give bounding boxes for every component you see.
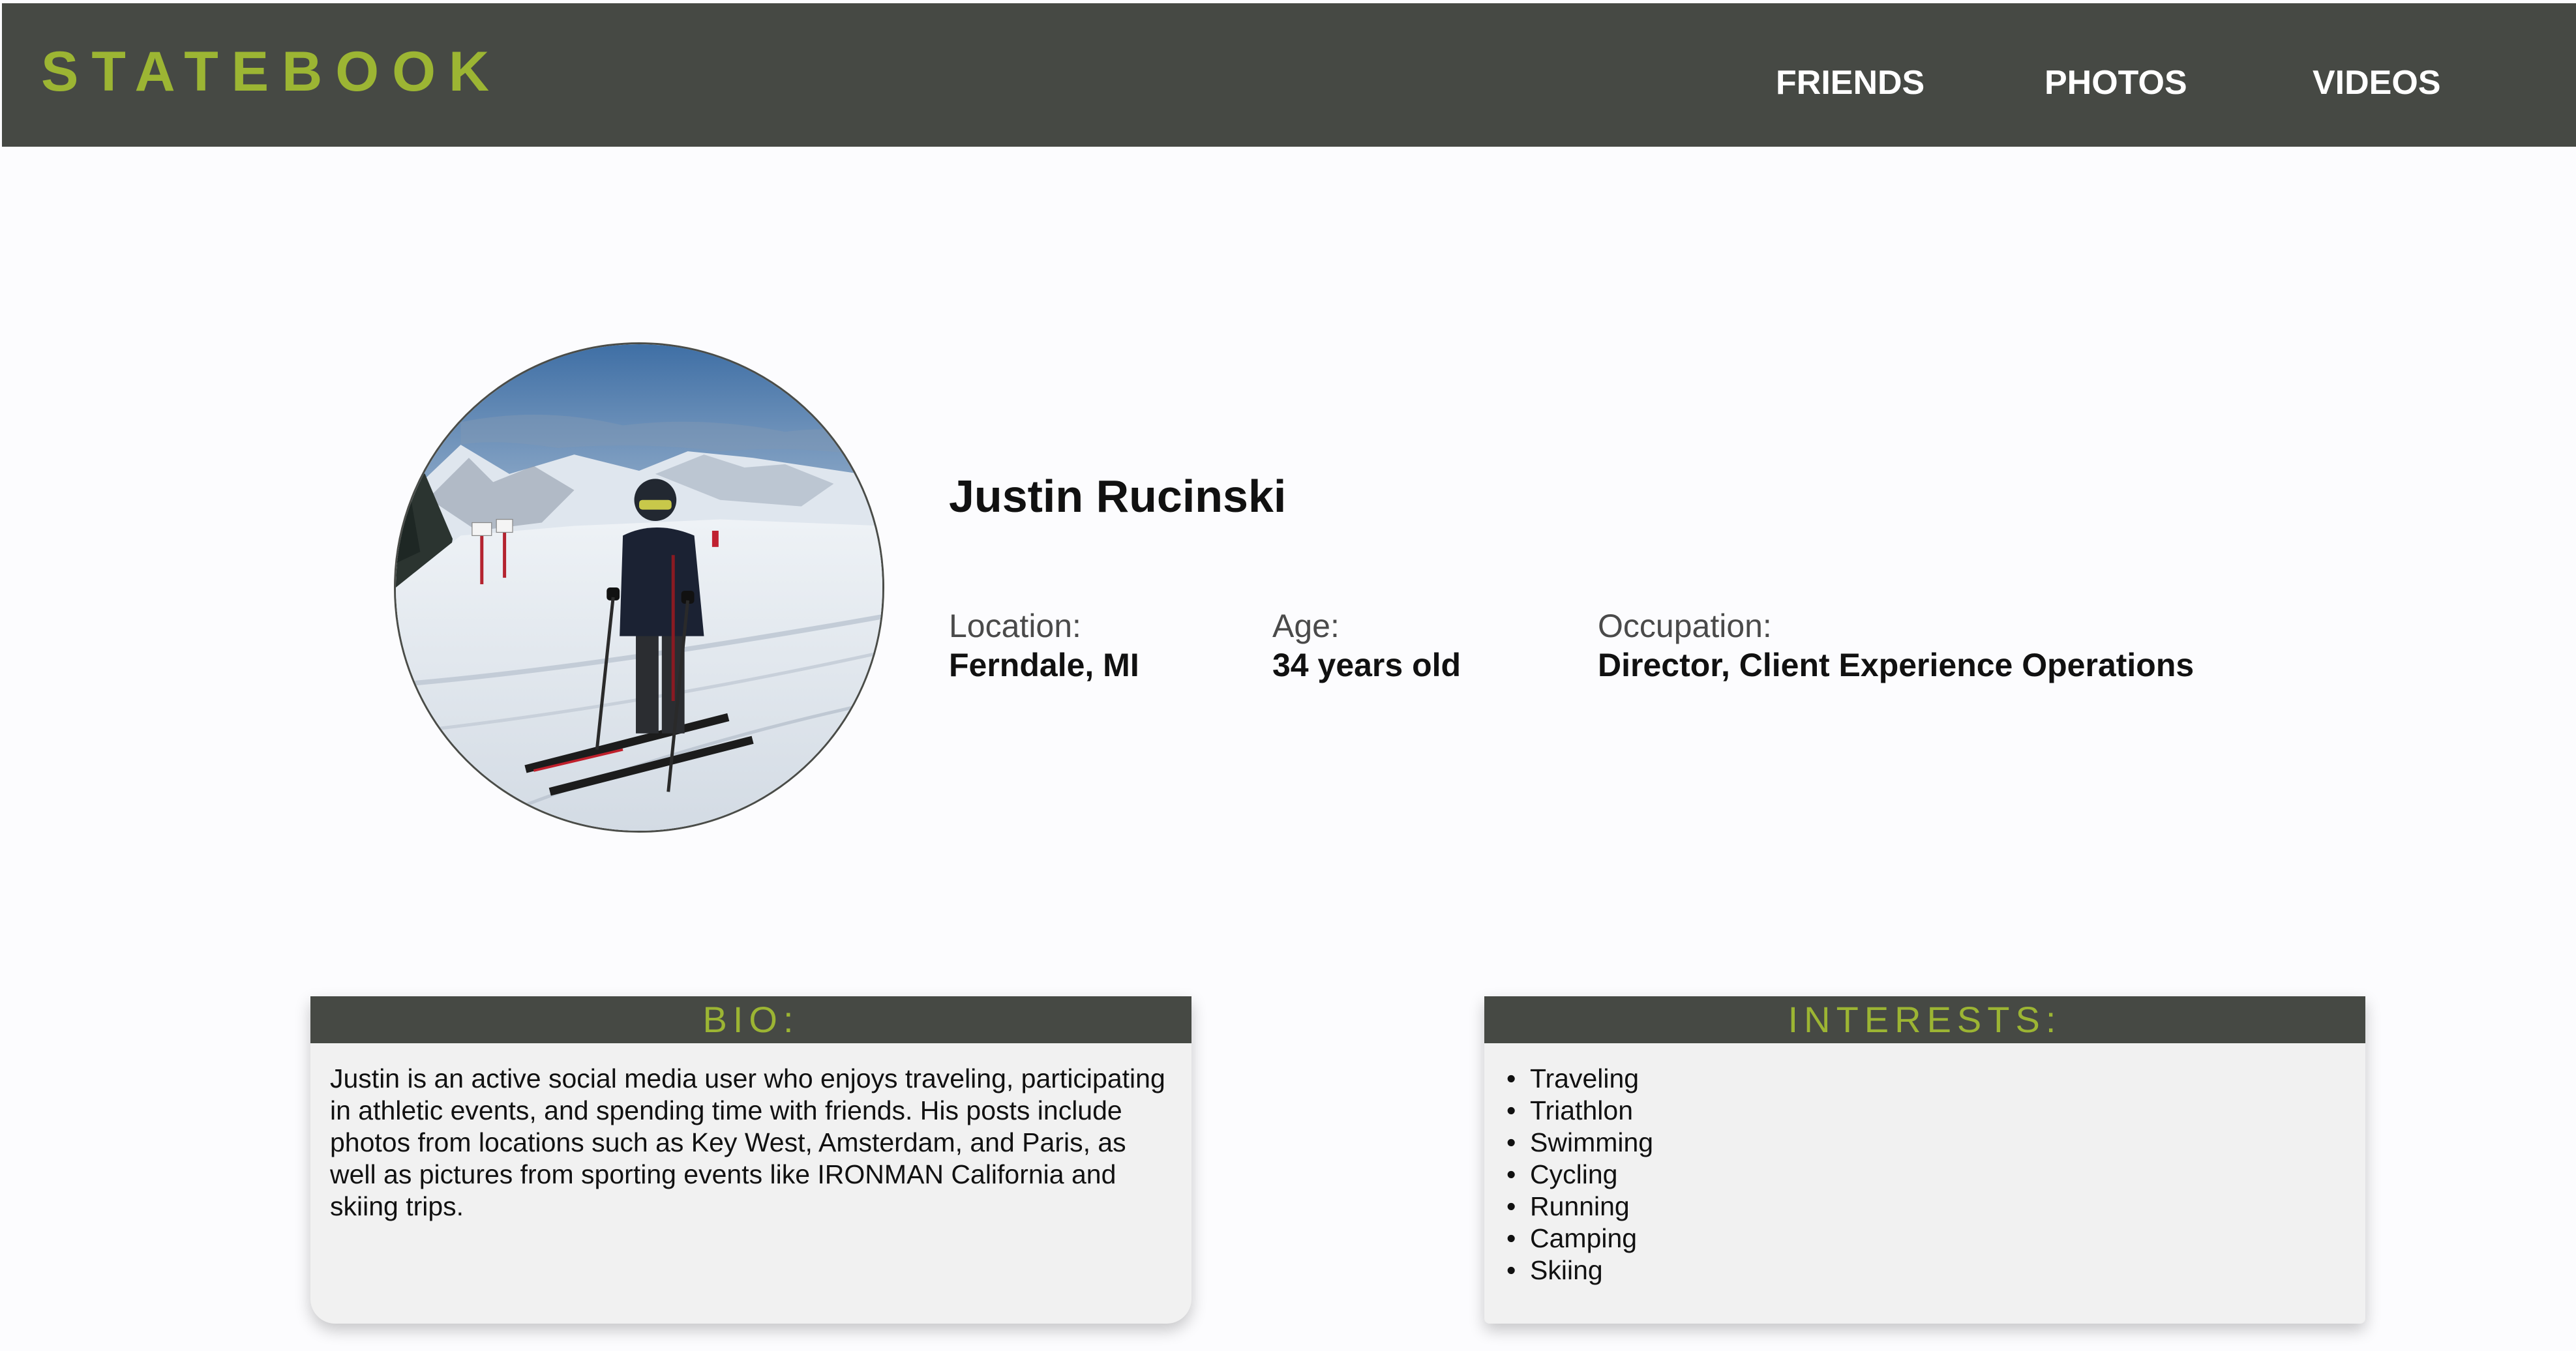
interests-heading: INTERESTS: [1484,996,2365,1043]
list-item: • Cycling [1506,1159,2365,1191]
profile-name: Justin Rucinski [949,471,1287,522]
bio-text: Justin is an active social media user wh… [330,1063,1165,1221]
nav-videos[interactable]: VIDEOS [2313,66,2441,100]
bullet-icon: • [1506,1191,1516,1221]
bullet-icon: • [1506,1095,1516,1125]
profile-page: STATEBOOK FRIENDS PHOTOS VIDEOS Justin R… [0,0,2576,1351]
age-value: 34 years old [1272,647,1461,683]
brand-logo[interactable]: STATEBOOK [41,44,502,100]
location-value: Ferndale, MI [949,647,1139,683]
list-item: • Traveling [1506,1063,2365,1095]
age-field: Age: 34 years old [1272,606,1461,685]
list-item: • Running [1506,1191,2365,1223]
occupation-field: Occupation: Director, Client Experience … [1598,606,2194,685]
occupation-value: Director, Client Experience Operations [1598,647,2194,683]
bio-card: BIO: Justin is an active social media us… [310,996,1191,1324]
bullet-icon: • [1506,1255,1516,1285]
bullet-icon: • [1506,1063,1516,1093]
nav-friends[interactable]: FRIENDS [1776,66,1925,100]
bio-heading: BIO: [310,996,1191,1043]
list-item: • Triathlon [1506,1095,2365,1127]
profile-photo-skier-icon [396,344,882,831]
interest-label: Running [1530,1191,1630,1221]
bullet-icon: • [1506,1223,1516,1253]
interest-label: Camping [1530,1223,1638,1253]
list-item: • Camping [1506,1223,2365,1254]
profile-photo [394,342,884,833]
interest-label: Skiing [1530,1255,1603,1285]
location-field: Location: Ferndale, MI [949,606,1139,685]
interest-label: Swimming [1530,1127,1654,1157]
list-item: • Skiing [1506,1254,2365,1286]
interests-list: • Traveling • Triathlon • Swimming • Cycling… [1484,1043,2365,1286]
interest-label: Traveling [1530,1063,1640,1093]
bullet-icon: • [1506,1159,1516,1189]
interest-label: Triathlon [1530,1095,1633,1125]
nav-photos[interactable]: PHOTOS [2044,66,2187,100]
occupation-label: Occupation: [1598,608,1772,644]
top-navbar: STATEBOOK FRIENDS PHOTOS VIDEOS [2,3,2576,147]
interests-card: INTERESTS: • Traveling • Triathlon • Swimmi… [1484,996,2365,1324]
location-label: Location: [949,608,1081,644]
age-label: Age: [1272,608,1340,644]
interest-label: Cycling [1530,1159,1618,1189]
bullet-icon: • [1506,1127,1516,1157]
list-item: • Swimming [1506,1127,2365,1159]
